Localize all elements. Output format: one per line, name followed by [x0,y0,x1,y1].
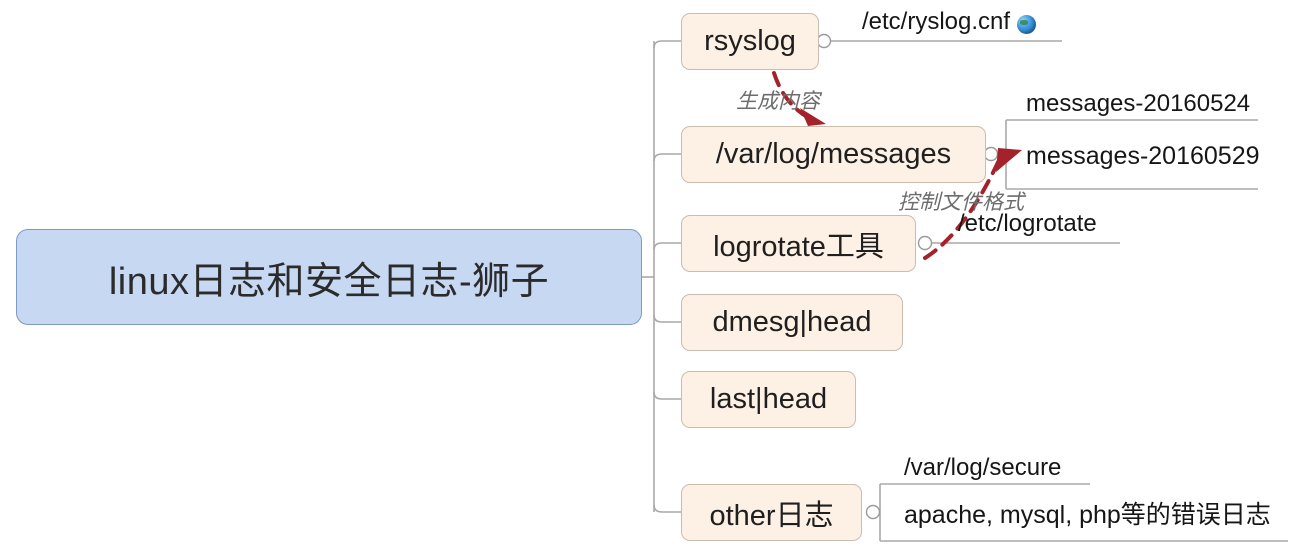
branch-node-last-head[interactable]: last|head [681,371,856,428]
branch-label-other: other日志 [709,499,834,532]
collapse-handle-other[interactable] [865,504,881,520]
branch-node-dmesg-head[interactable]: dmesg|head [681,294,903,351]
leaf-label-messages-20160524: messages-20160524 [1026,90,1251,117]
branch-node-rsyslog[interactable]: rsyslog [681,13,819,70]
leaf-node-etc-ryslog-cnf[interactable]: /etc/ryslog.cnf [858,6,1078,38]
elbow-last [653,391,681,400]
mindmap-canvas: linux日志和安全日志-狮子 rsyslog /etc/ryslog.cnf … [0,0,1311,552]
elbow-dmesg [653,314,681,323]
globe-icon [1017,14,1037,34]
branch-node-other[interactable]: other日志 [681,484,862,541]
leaf-label-apache-mysql-php: apache, mysql, php等的错误日志 [904,501,1271,529]
collapse-handle-messages[interactable] [983,146,999,162]
leaf-node-messages-20160524[interactable]: messages-20160524 [1022,88,1262,120]
leaf-label-etc-ryslog-cnf: /etc/ryslog.cnf [862,8,1011,35]
arrowhead-2 [996,148,1022,172]
collapse-handle-logrotate[interactable] [917,235,933,251]
leaf-node-apache-mysql-php[interactable]: apache, mysql, php等的错误日志 [900,496,1300,530]
elbow-rsyslog [653,40,681,49]
branch-label-var-log-messages: /var/log/messages [715,138,952,170]
leaf-node-var-log-secure[interactable]: /var/log/secure [900,452,1120,484]
leaf-label-var-log-secure: /var/log/secure [904,454,1062,481]
leaf-label-messages-20160529: messages-20160529 [1026,141,1260,170]
branch-label-last-head: last|head [709,383,828,415]
elbow-other [653,504,681,513]
root-node[interactable]: linux日志和安全日志-狮子 [16,229,642,325]
branch-label-dmesg-head: dmesg|head [712,306,872,338]
branch-label-rsyslog: rsyslog [704,25,796,57]
branch-node-var-log-messages[interactable]: /var/log/messages [681,126,986,183]
collapse-handle-rsyslog[interactable] [816,33,832,49]
branch-node-logrotate[interactable]: logrotate工具 [681,215,916,272]
elbow-logrotate [653,242,681,251]
elbow-messages [653,153,681,162]
relation-label-generate-content[interactable]: 生成内容 [736,85,820,115]
relation-label-control-file-format[interactable]: 控制文件格式 [898,186,1024,216]
branch-label-logrotate: logrotate工具 [713,230,884,263]
root-node-label: linux日志和安全日志-狮子 [108,260,550,303]
leaf-node-messages-20160529[interactable]: messages-20160529 [1022,139,1262,173]
